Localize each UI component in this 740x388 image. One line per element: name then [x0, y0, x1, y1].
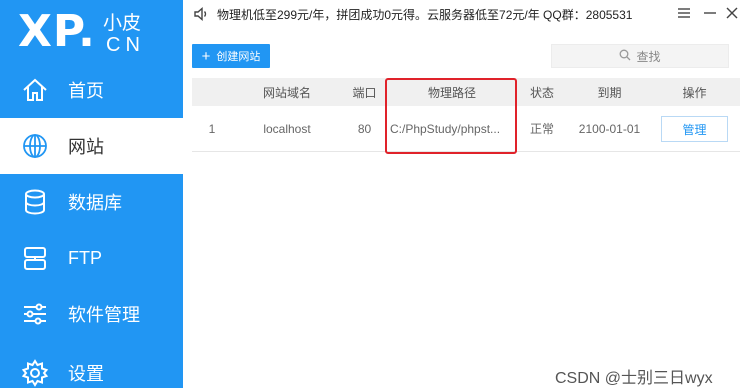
- close-icon[interactable]: [722, 3, 740, 23]
- row-expiry: 2100-01-01: [578, 121, 641, 136]
- promo-notice[interactable]: 物理机低至299元/年，拼团成功0元得。云服务器低至72元/年 QQ群：2805…: [217, 6, 632, 23]
- table-row[interactable]: 1 localhost 80 C:/PhpStudy/phpst... 正常 2…: [192, 106, 740, 152]
- sliders-icon: [20, 299, 50, 329]
- table-header: 网站域名 端口 物理路径 状态 到期 操作: [192, 78, 740, 106]
- column-action: 操作: [682, 85, 707, 100]
- sidebar: XP. 小皮 CN 首页 网站 数据库 FTP 软件管理 设置: [0, 0, 183, 388]
- sidebar-item-label: FTP: [68, 247, 102, 268]
- top-notice-bar: 物理机低至299元/年，拼团成功0元得。云服务器低至72元/年 QQ群：2805…: [183, 0, 740, 28]
- database-icon: [20, 187, 50, 217]
- sidebar-item-label: 软件管理: [68, 305, 140, 325]
- sidebar-item-website[interactable]: 网站: [0, 118, 183, 174]
- logo-cn: CN: [106, 34, 145, 56]
- column-domain[interactable]: 网站域名: [252, 78, 322, 106]
- column-expiry[interactable]: 到期: [577, 78, 642, 106]
- minimize-icon[interactable]: [700, 3, 720, 23]
- create-website-button[interactable]: + 创建网站: [192, 44, 270, 68]
- create-website-label: 创建网站: [216, 51, 261, 63]
- sidebar-item-label: 设置: [68, 364, 104, 384]
- sidebar-item-settings[interactable]: 设置: [0, 345, 183, 388]
- app-logo: XP. 小皮 CN: [0, 0, 183, 64]
- search-input[interactable]: 查找: [551, 44, 729, 68]
- manage-button[interactable]: 管理: [661, 116, 728, 142]
- watermark: CSDN @士别三日wyx: [555, 370, 713, 387]
- sidebar-item-software[interactable]: 软件管理: [0, 286, 183, 342]
- sidebar-item-label: 数据库: [68, 193, 122, 213]
- sidebar-item-label: 首页: [68, 81, 104, 101]
- menu-icon[interactable]: [674, 3, 694, 23]
- row-port: 80: [357, 121, 372, 136]
- column-port[interactable]: 端口: [342, 78, 387, 106]
- home-icon: [20, 75, 50, 105]
- logo-xiaopi: 小皮: [103, 13, 142, 34]
- globe-icon: [20, 131, 50, 161]
- row-index: 1: [208, 121, 216, 136]
- row-path[interactable]: C:/PhpStudy/phpst...: [390, 106, 510, 151]
- column-path[interactable]: 物理路径: [387, 78, 517, 106]
- row-status: 正常: [529, 122, 554, 136]
- gear-icon: [20, 358, 50, 388]
- column-status[interactable]: 状态: [522, 78, 562, 106]
- sidebar-item-database[interactable]: 数据库: [0, 174, 183, 230]
- sidebar-item-ftp[interactable]: FTP: [0, 230, 183, 286]
- search-icon: [619, 49, 631, 64]
- speaker-icon: [193, 6, 209, 22]
- server-icon: [20, 243, 50, 273]
- logo-xp: XP.: [18, 6, 96, 57]
- plus-icon: +: [201, 47, 211, 65]
- sidebar-item-label: 网站: [68, 137, 104, 157]
- search-placeholder: 查找: [636, 49, 661, 64]
- sidebar-item-home[interactable]: 首页: [0, 62, 183, 118]
- row-domain[interactable]: localhost: [252, 106, 322, 151]
